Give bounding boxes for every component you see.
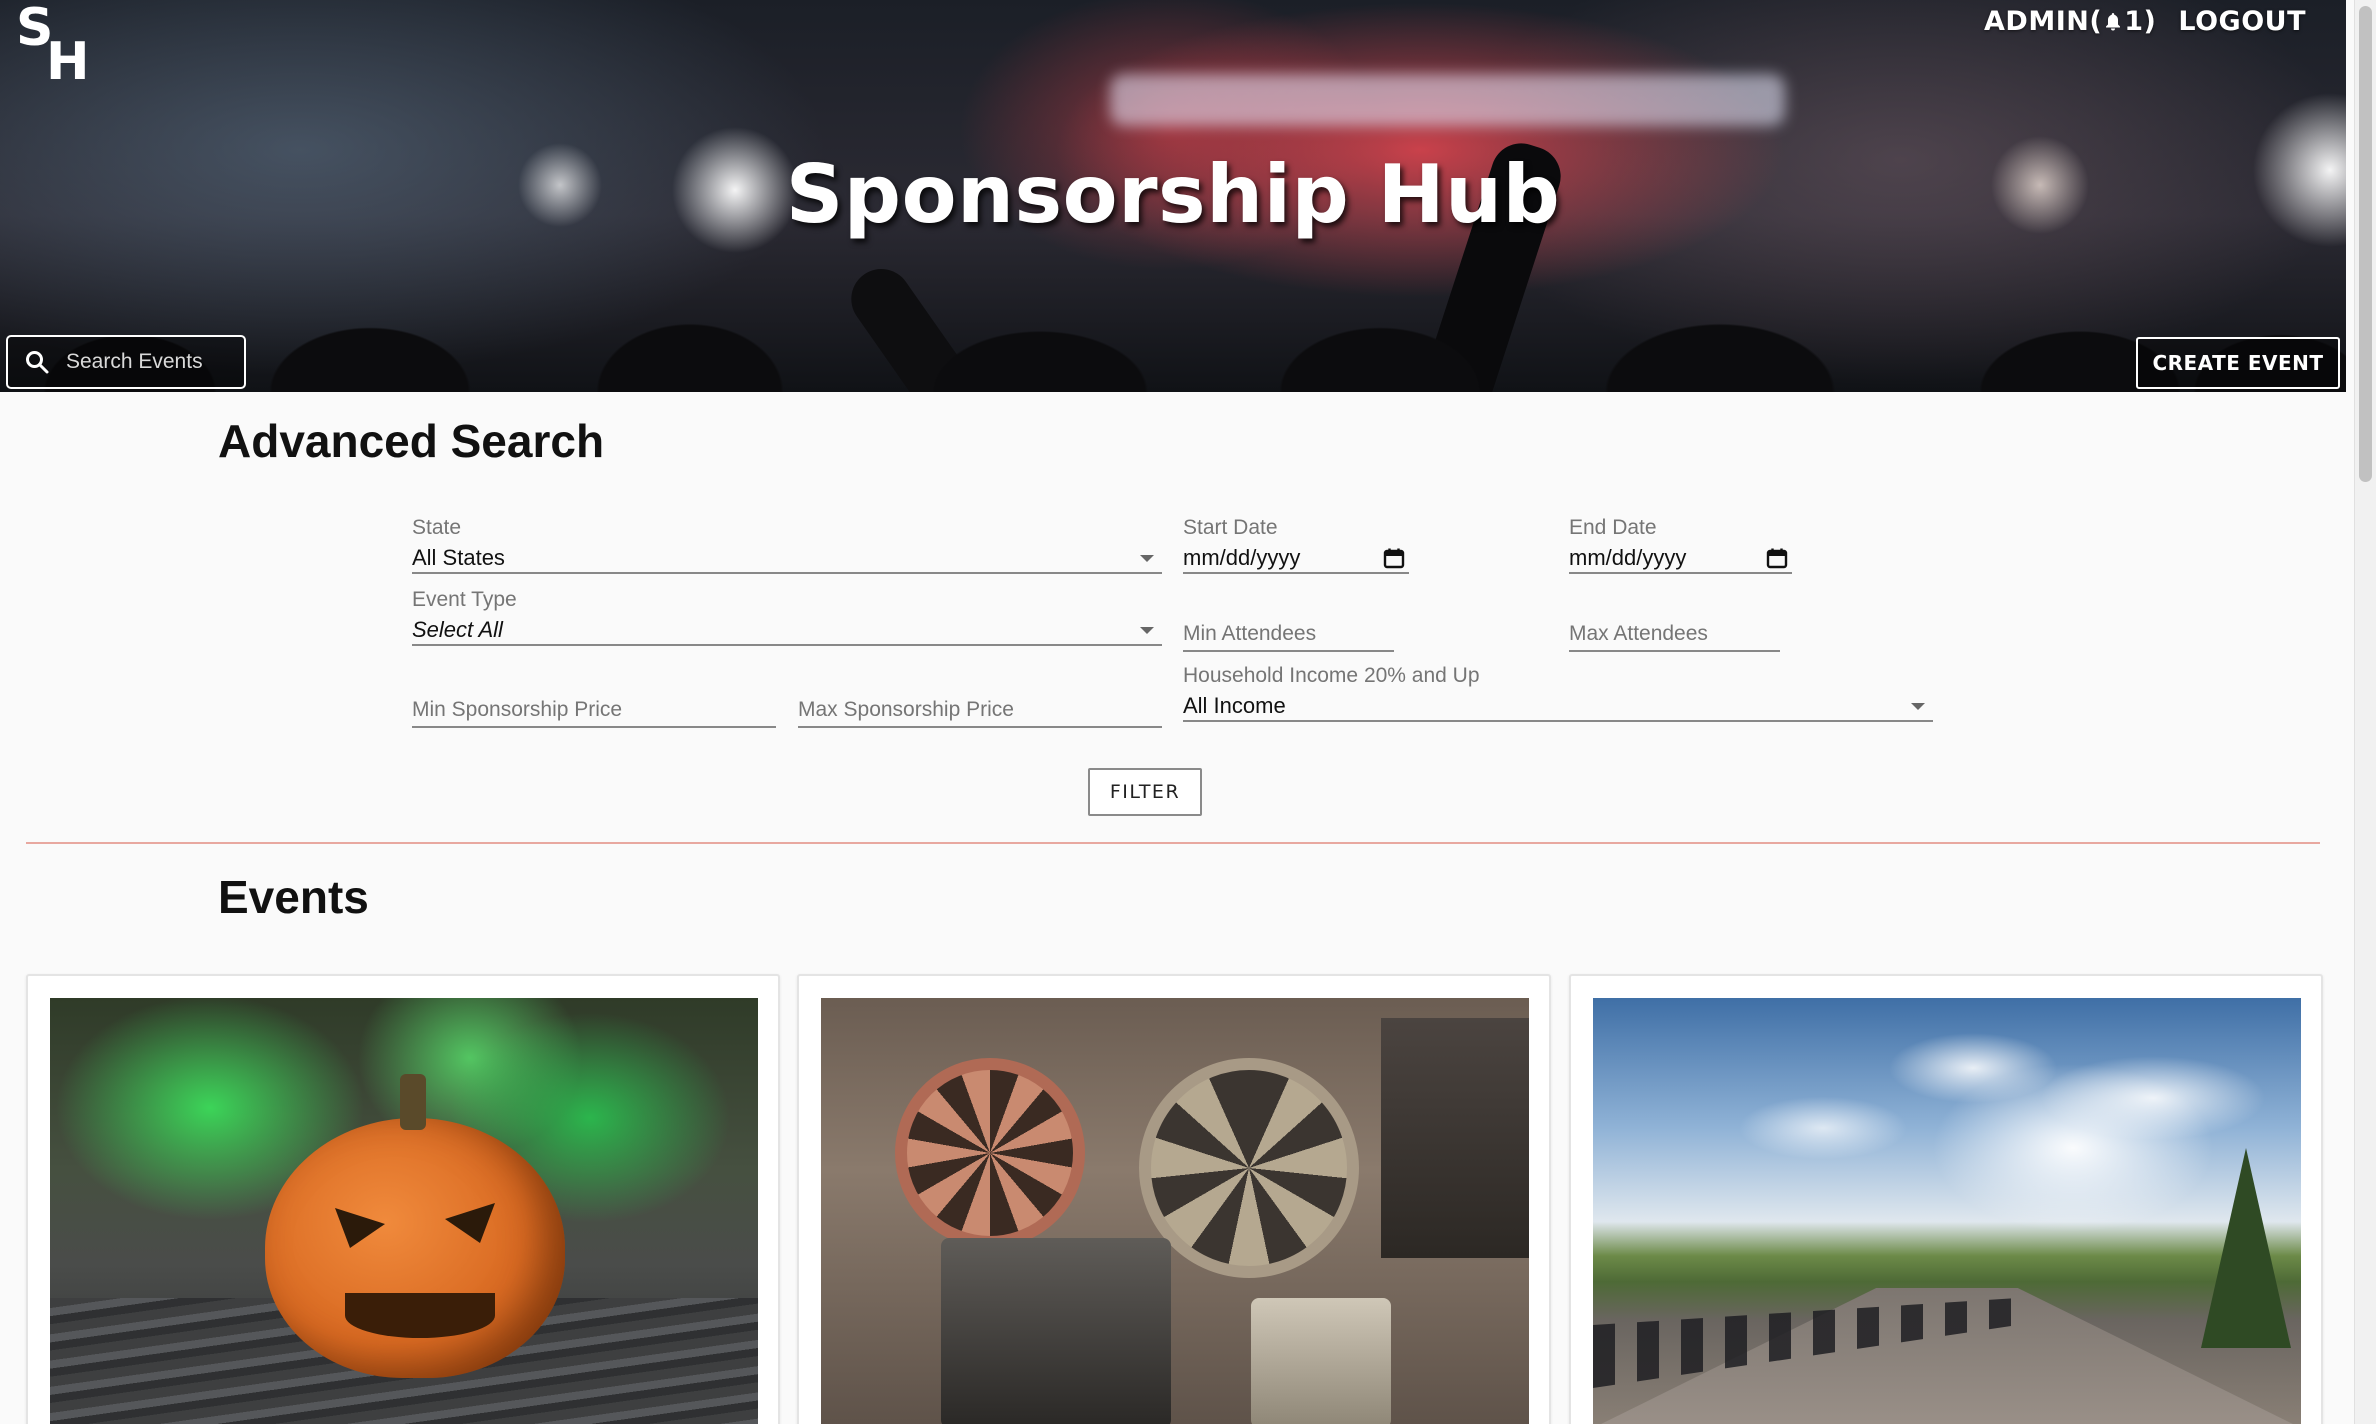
state-select[interactable]: State All States [412, 516, 1162, 574]
crowd-silhouette [0, 242, 2346, 392]
admin-link[interactable]: ADMIN( 1 ) [1984, 6, 2156, 37]
end-date-label: End Date [1569, 516, 1657, 539]
household-income-select[interactable]: Household Income 20% and Up All Income [1183, 664, 1933, 722]
advanced-search-title: Advanced Search [218, 415, 605, 467]
start-date-field[interactable]: Start Date mm/dd/yyyy [1183, 516, 1409, 574]
event-image-motorcycles[interactable] [1593, 998, 2301, 1424]
page-scrollbar[interactable] [2354, 0, 2376, 1424]
film-cabinet [1381, 1018, 1529, 1258]
events-title: Events [218, 871, 369, 923]
bell-icon [2104, 12, 2122, 32]
site-title: Sponsorship Hub [785, 148, 1561, 241]
projector-body [1251, 1298, 1391, 1424]
event-card[interactable] [26, 974, 780, 1424]
event-card[interactable] [1569, 974, 2323, 1424]
calendar-icon[interactable] [1766, 547, 1788, 569]
event-card[interactable] [797, 974, 1551, 1424]
event-type-label: Event Type [412, 588, 517, 611]
search-events-box[interactable] [6, 335, 246, 389]
min-attendees-input[interactable]: Min Attendees [1183, 618, 1394, 652]
event-image-projector[interactable] [821, 998, 1529, 1424]
start-date-label: Start Date [1183, 516, 1278, 539]
jack-o-lantern [265, 1074, 565, 1378]
end-date-input[interactable]: mm/dd/yyyy [1569, 544, 1792, 574]
notification-count: 1 [2124, 6, 2144, 37]
calendar-icon[interactable] [1383, 547, 1405, 569]
logo-letter-h: H [46, 32, 90, 92]
filter-button[interactable]: FILTER [1088, 768, 1202, 816]
admin-label: ADMIN( [1984, 6, 2103, 37]
state-select-value[interactable]: All States [412, 544, 1162, 574]
logout-link[interactable]: LOGOUT [2178, 6, 2306, 37]
start-date-input[interactable]: mm/dd/yyyy [1183, 544, 1409, 574]
section-divider [26, 842, 2320, 844]
film-reel [1139, 1058, 1359, 1278]
scrollbar-thumb[interactable] [2359, 6, 2372, 482]
max-sponsorship-price-input[interactable]: Max Sponsorship Price [798, 694, 1162, 728]
create-event-button[interactable]: CREATE EVENT [2136, 337, 2340, 389]
chevron-down-icon [1911, 702, 1925, 710]
stage-banner-graphic [1110, 74, 1785, 126]
household-income-select-value[interactable]: All Income [1183, 692, 1933, 722]
sky-clouds [1593, 1008, 2301, 1208]
top-nav: ADMIN( 1 ) LOGOUT [1984, 6, 2306, 37]
projector-body [941, 1238, 1171, 1424]
hero-banner: S H ADMIN( 1 ) LOGOUT Sponsorship Hub CR… [0, 0, 2346, 392]
end-date-field[interactable]: End Date mm/dd/yyyy [1569, 516, 1792, 574]
search-icon [26, 351, 49, 374]
household-income-label: Household Income 20% and Up [1183, 664, 1480, 687]
event-type-select-value[interactable]: Select All [412, 616, 1162, 646]
state-label: State [412, 516, 462, 539]
site-logo[interactable]: S H [16, 2, 96, 88]
min-sponsorship-price-input[interactable]: Min Sponsorship Price [412, 694, 776, 728]
search-input[interactable] [66, 350, 236, 374]
chevron-down-icon [1140, 626, 1154, 634]
chevron-down-icon [1140, 554, 1154, 562]
admin-label-suffix: ) [2143, 6, 2157, 37]
max-attendees-input[interactable]: Max Attendees [1569, 618, 1780, 652]
film-reel [895, 1058, 1085, 1248]
event-image-pumpkin[interactable] [50, 998, 758, 1424]
event-type-select[interactable]: Event Type Select All [412, 588, 1162, 646]
